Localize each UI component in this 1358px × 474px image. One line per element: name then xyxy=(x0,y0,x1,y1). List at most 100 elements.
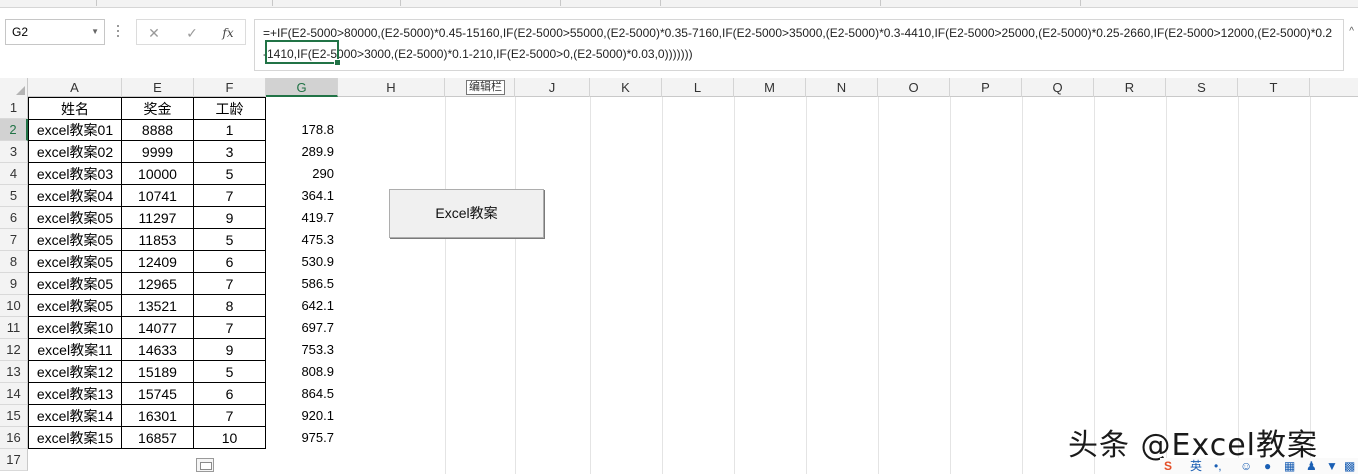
col-header-e[interactable]: E xyxy=(122,78,194,97)
cell-bonus[interactable]: 8888 xyxy=(122,119,194,141)
row-header-17[interactable]: 17 xyxy=(0,449,28,471)
cell-name[interactable]: excel教案02 xyxy=(28,141,122,163)
cell-tax[interactable]: 290 xyxy=(266,163,338,185)
col-header-h[interactable]: H xyxy=(338,78,445,97)
row-header[interactable]: 15 xyxy=(0,405,28,427)
user-icon[interactable]: ♟ xyxy=(1306,458,1317,474)
cell-bonus[interactable]: 10000 xyxy=(122,163,194,185)
cell-tax[interactable]: 289.9 xyxy=(266,141,338,163)
cell-bonus[interactable]: 16857 xyxy=(122,427,194,449)
cell-tax[interactable]: 697.7 xyxy=(266,317,338,339)
drag-handle[interactable] xyxy=(116,22,120,42)
cell-name[interactable]: excel教案05 xyxy=(28,295,122,317)
cell-years[interactable]: 3 xyxy=(194,141,266,163)
cell-bonus[interactable]: 15189 xyxy=(122,361,194,383)
keyboard-icon[interactable]: ▦ xyxy=(1284,458,1295,474)
row-header[interactable]: 5 xyxy=(0,185,28,207)
cell-years[interactable]: 6 xyxy=(194,383,266,405)
insert-function-icon[interactable]: fx xyxy=(217,23,239,43)
header-cell-years[interactable]: 工龄 xyxy=(194,97,266,120)
row-header[interactable]: 3 xyxy=(0,141,28,163)
cell-name[interactable]: excel教案11 xyxy=(28,339,122,361)
row-header[interactable]: 16 xyxy=(0,427,28,449)
cell-name[interactable]: excel教案03 xyxy=(28,163,122,185)
row-header[interactable]: 4 xyxy=(0,163,28,185)
grid-icon[interactable]: ▩ xyxy=(1344,458,1355,474)
row-header[interactable]: 14 xyxy=(0,383,28,405)
collapse-formula-bar-icon[interactable]: ^ xyxy=(1349,26,1354,37)
header-cell-bonus[interactable]: 奖金 xyxy=(122,97,194,120)
col-header-l[interactable]: L xyxy=(662,78,734,97)
col-header-s[interactable]: S xyxy=(1166,78,1238,97)
row-header[interactable]: 6 xyxy=(0,207,28,229)
confirm-icon[interactable]: ✓ xyxy=(181,23,203,43)
cell-bonus[interactable]: 10741 xyxy=(122,185,194,207)
chevron-down-icon[interactable]: ▼ xyxy=(91,20,99,44)
cell-name[interactable]: excel教案14 xyxy=(28,405,122,427)
row-header[interactable]: 13 xyxy=(0,361,28,383)
col-header-g[interactable]: G xyxy=(266,78,338,97)
cell-years[interactable]: 7 xyxy=(194,317,266,339)
cell-tax[interactable]: 364.1 xyxy=(266,185,338,207)
cell-bonus[interactable]: 11297 xyxy=(122,207,194,229)
cell-tax[interactable]: 975.7 xyxy=(266,427,338,449)
cell-tax[interactable]: 753.3 xyxy=(266,339,338,361)
cell-years[interactable]: 5 xyxy=(194,361,266,383)
shirt-icon[interactable]: ▼ xyxy=(1326,458,1338,474)
active-cell-cursor[interactable] xyxy=(265,40,341,66)
cell-bonus[interactable]: 16301 xyxy=(122,405,194,427)
cell-years[interactable]: 6 xyxy=(194,251,266,273)
cell-name[interactable]: excel教案12 xyxy=(28,361,122,383)
cell-years[interactable]: 9 xyxy=(194,339,266,361)
cell-name[interactable]: excel教案05 xyxy=(28,251,122,273)
row-header[interactable]: 10 xyxy=(0,295,28,317)
excel-jiaoan-button[interactable]: Excel教案 xyxy=(389,189,544,238)
cell-bonus[interactable]: 14633 xyxy=(122,339,194,361)
formula-input[interactable]: =+IF(E2-5000>80000,(E2-5000)*0.45-15160,… xyxy=(254,19,1344,71)
cell-tax[interactable]: 920.1 xyxy=(266,405,338,427)
cell-name[interactable]: excel教案05 xyxy=(28,207,122,229)
select-all-button[interactable] xyxy=(0,78,28,97)
cell-years[interactable]: 7 xyxy=(194,185,266,207)
row-header[interactable]: 8 xyxy=(0,251,28,273)
cell-bonus[interactable]: 9999 xyxy=(122,141,194,163)
cell-bonus[interactable]: 12409 xyxy=(122,251,194,273)
cell-name[interactable]: excel教案04 xyxy=(28,185,122,207)
cell-years[interactable]: 1 xyxy=(194,119,266,141)
cell-name[interactable]: excel教案01 xyxy=(28,119,122,141)
ime-mode-label[interactable]: 英 xyxy=(1190,458,1202,474)
cell-tax[interactable]: 419.7 xyxy=(266,207,338,229)
cell-years[interactable]: 5 xyxy=(194,229,266,251)
cell-bonus[interactable]: 14077 xyxy=(122,317,194,339)
col-header-o[interactable]: O xyxy=(878,78,950,97)
header-cell-name[interactable]: 姓名 xyxy=(28,97,122,120)
cell-tax[interactable]: 475.3 xyxy=(266,229,338,251)
cell-tax[interactable]: 642.1 xyxy=(266,295,338,317)
row-header[interactable]: 2 xyxy=(0,119,28,141)
cell-name[interactable]: excel教案05 xyxy=(28,273,122,295)
microphone-icon[interactable]: ● xyxy=(1264,458,1271,474)
cell-bonus[interactable]: 12965 xyxy=(122,273,194,295)
row-header[interactable]: 9 xyxy=(0,273,28,295)
cell-name[interactable]: excel教案05 xyxy=(28,229,122,251)
col-header-t[interactable]: T xyxy=(1238,78,1310,97)
cell-tax[interactable]: 586.5 xyxy=(266,273,338,295)
cell-tax[interactable]: 808.9 xyxy=(266,361,338,383)
col-header-a[interactable]: A xyxy=(28,78,122,97)
row-header[interactable]: 12 xyxy=(0,339,28,361)
name-box[interactable]: G2 ▼ xyxy=(5,19,105,45)
col-header-r[interactable]: R xyxy=(1094,78,1166,97)
cell-years[interactable]: 10 xyxy=(194,427,266,449)
cell-years[interactable]: 7 xyxy=(194,273,266,295)
cell-tax[interactable]: 178.8 xyxy=(266,119,338,141)
cell-name[interactable]: excel教案15 xyxy=(28,427,122,449)
col-header-q[interactable]: Q xyxy=(1022,78,1094,97)
cell-tax[interactable]: 530.9 xyxy=(266,251,338,273)
cell-years[interactable]: 7 xyxy=(194,405,266,427)
sogou-logo-icon[interactable]: S xyxy=(1164,458,1172,474)
cell-name[interactable]: excel教案10 xyxy=(28,317,122,339)
col-header-p[interactable]: P xyxy=(950,78,1022,97)
emoji-icon[interactable]: ☺ xyxy=(1240,458,1252,474)
cancel-icon[interactable]: ✕ xyxy=(143,23,165,43)
cell-years[interactable]: 8 xyxy=(194,295,266,317)
